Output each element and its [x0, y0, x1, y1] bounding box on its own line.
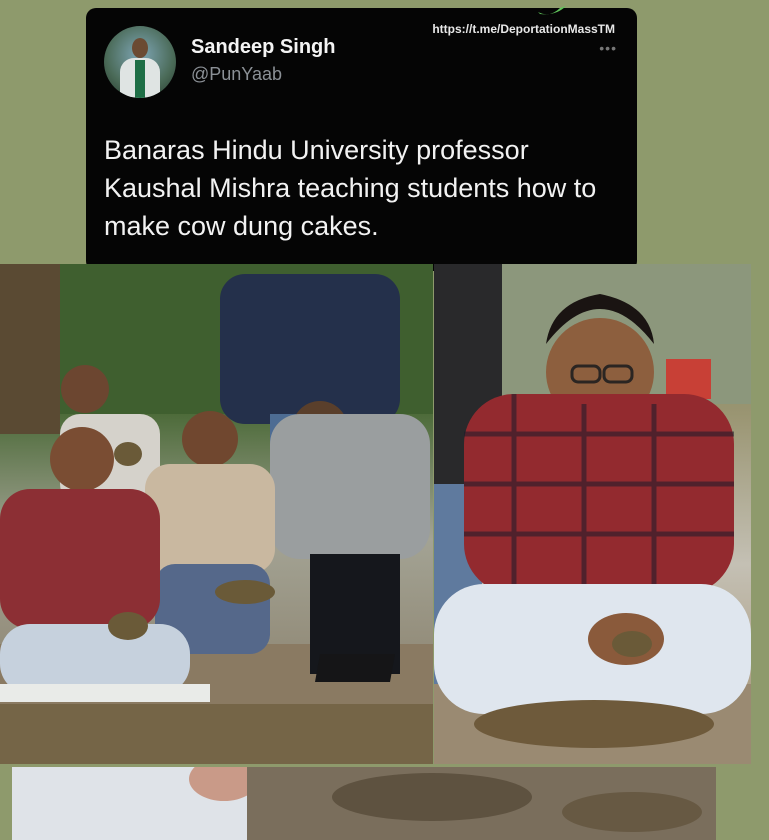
avatar[interactable] [104, 26, 176, 98]
screenshot-root: { "tweet": { "author_name": "Sandeep Sin… [0, 0, 769, 840]
avatar-head [132, 38, 148, 58]
ellipsis-icon[interactable]: ••• [599, 40, 617, 56]
photo-bottom-strip [12, 767, 716, 840]
leaf-icon [538, 6, 566, 15]
photo-bottom-illustration [12, 767, 716, 840]
photo-right-illustration [434, 264, 751, 764]
author-name[interactable]: Sandeep Singh [191, 36, 335, 59]
telegram-watermark: https://t.me/DeportationMassTM [432, 22, 615, 36]
tweet-text: Banaras Hindu University professor Kaush… [104, 135, 597, 241]
photo-left-illustration [0, 264, 433, 764]
photo-group-students [0, 264, 433, 764]
tweet-card[interactable]: Sandeep Singh @PunYaab https://t.me/Depo… [86, 6, 637, 271]
avatar-shirt [135, 60, 145, 98]
author-handle[interactable]: @PunYaab [191, 64, 282, 85]
photo-professor-closeup [434, 264, 751, 764]
